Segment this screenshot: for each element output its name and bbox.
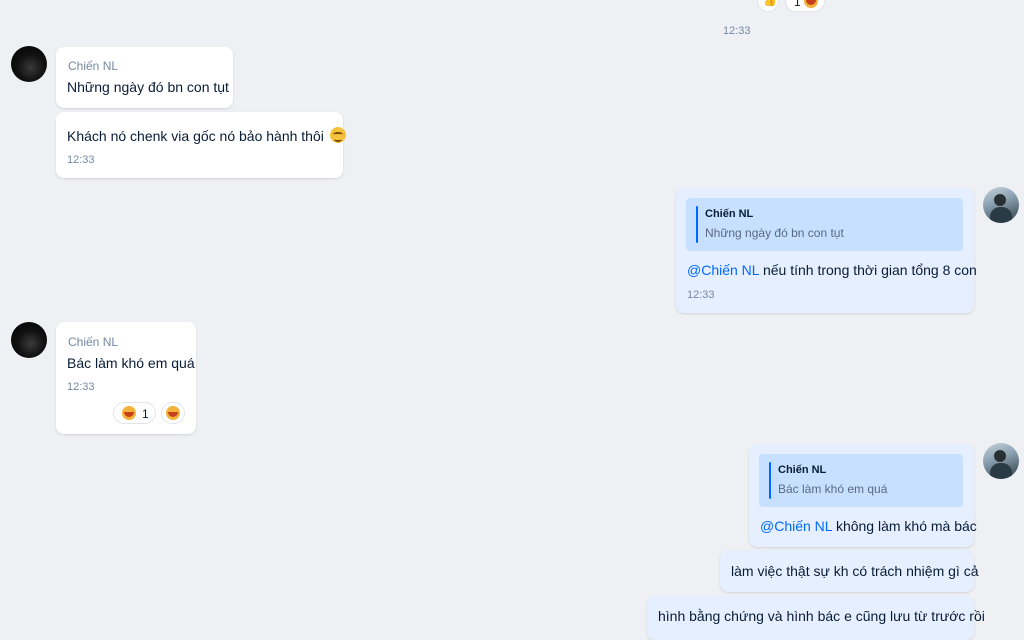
avatar-me[interactable] (983, 187, 1019, 223)
sender-name: Chiến NL (68, 59, 119, 73)
reaction-count-pill[interactable]: 1 (113, 402, 156, 424)
message-bubble[interactable]: Chiến NL Những ngày đó bn con tụt @Chiến… (676, 188, 977, 313)
mention-link[interactable]: @Chiến NL (760, 518, 832, 534)
message-time: 12:33 (67, 154, 95, 166)
message-time: 12:33 (687, 289, 715, 301)
laughing-face-icon (166, 406, 180, 420)
avatar[interactable] (11, 46, 47, 82)
message-text: hình bằng chứng và hình bác e cũng lưu t… (658, 608, 985, 624)
quoted-message[interactable]: Chiến NL Những ngày đó bn con tụt (686, 198, 963, 251)
message-text: Những ngày đó bn con tụt (67, 79, 229, 95)
avatar-person-icon (994, 450, 1006, 462)
quoted-message[interactable]: Chiến NL Bác làm khó em quá (759, 454, 963, 507)
top-reaction-count[interactable]: 1 (785, 0, 825, 12)
message-time: 12:33 (67, 381, 95, 393)
top-like-reaction[interactable]: 👍 (757, 0, 779, 12)
timestamp: 12:33 (723, 25, 751, 37)
add-reaction-button[interactable] (161, 402, 185, 424)
quote-sender: Chiến NL (705, 208, 754, 220)
quote-bar (696, 206, 698, 243)
message-text: @Chiến NL không làm khó mà bác (760, 518, 977, 534)
quote-text: Bác làm khó em quá (778, 482, 888, 496)
message-text: Bác làm khó em quá (67, 355, 195, 371)
message-bubble[interactable]: Chiến NL Những ngày đó bn con tụt (56, 47, 233, 108)
quote-text: Những ngày đó bn con tụt (705, 226, 844, 240)
message-text: @Chiến NL nếu tính trong thời gian tổng … (687, 262, 977, 278)
message-bubble[interactable]: Chiến NL Bác làm khó em quá @Chiến NL kh… (749, 444, 977, 547)
thumbs-up-icon: 👍 (763, 0, 777, 7)
message-bubble[interactable]: hình bằng chứng và hình bác e cũng lưu t… (647, 596, 985, 640)
avatar-person-icon (994, 194, 1006, 206)
message-bubble[interactable]: làm việc thật sự kh có trách nhiệm gì cả (720, 550, 978, 592)
mention-link[interactable]: @Chiến NL (687, 262, 759, 278)
laughing-face-icon (804, 0, 818, 8)
message-bubble[interactable]: Chiến NL Bác làm khó em quá 12:33 1 (56, 322, 196, 434)
message-text: Khách nó chenk via gốc nó bảo hành thôi (67, 127, 346, 144)
avatar[interactable] (11, 322, 47, 358)
message-text: làm việc thật sự kh có trách nhiệm gì cả (731, 563, 979, 579)
laughing-face-icon (122, 406, 136, 420)
relieved-face-icon (329, 127, 346, 144)
avatar-me[interactable] (983, 443, 1019, 479)
quote-sender: Chiến NL (778, 464, 827, 476)
sender-name: Chiến NL (68, 335, 119, 349)
quote-bar (769, 462, 771, 499)
message-bubble[interactable]: Khách nó chenk via gốc nó bảo hành thôi … (56, 112, 346, 178)
